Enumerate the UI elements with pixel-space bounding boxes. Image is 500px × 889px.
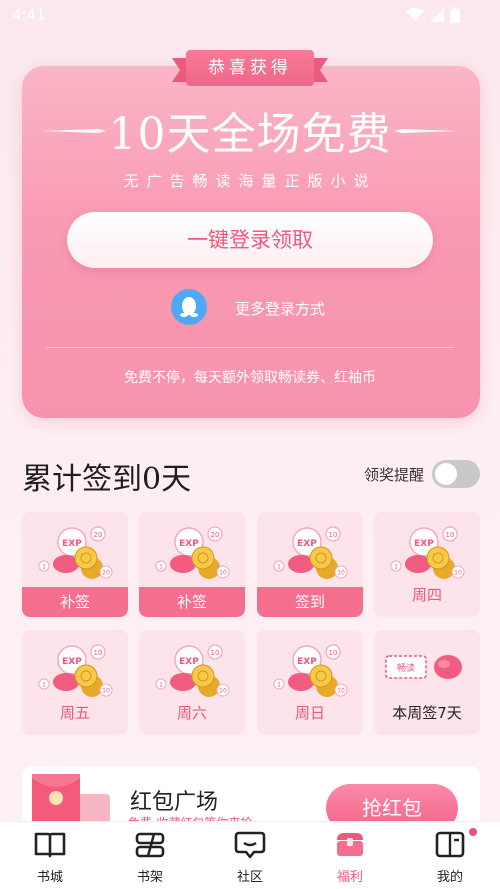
sign-in-day-card: 10 EXP 1 10 周六 bbox=[139, 630, 245, 735]
more-login-methods-link[interactable]: 更多登录方式 bbox=[235, 298, 325, 319]
status-bar: 4:41 bbox=[0, 0, 500, 34]
penguin-icon bbox=[180, 297, 198, 317]
book-open-icon bbox=[34, 832, 66, 858]
profile-book-icon bbox=[435, 831, 465, 858]
nav-label: 书城 bbox=[36, 870, 63, 885]
nav-label: 社区 bbox=[236, 870, 263, 885]
nav-item-community[interactable]: 社区 bbox=[200, 822, 300, 889]
sign-in-title: 累计签到0天 bbox=[22, 462, 192, 497]
reward-top-num: 10 bbox=[329, 531, 338, 539]
reward-small-num: 1 bbox=[159, 682, 163, 689]
day-label: 周日 bbox=[294, 704, 325, 722]
reward-reminder-toggle[interactable] bbox=[432, 460, 480, 488]
reward-top-num: 10 bbox=[94, 649, 103, 657]
ribbon-label: 恭喜获得 bbox=[186, 50, 314, 86]
sign-in-day-card: 10 EXP 1 10 周四 bbox=[374, 512, 480, 617]
reward-side-num: 10 bbox=[337, 570, 345, 577]
exp-label: EXP bbox=[62, 539, 82, 549]
sign-in-day-card: 畅读本周签7天 bbox=[374, 630, 480, 735]
red-packet-title: 红包广场 bbox=[130, 790, 219, 815]
hero-divider bbox=[46, 347, 454, 348]
sign-in-day-card[interactable]: 10 EXP 1 10 签到 bbox=[257, 512, 363, 617]
reward-top-num: 20 bbox=[211, 531, 220, 539]
hero-note: 免费不停，每天额外领取畅读券、红袖币 bbox=[124, 370, 376, 386]
exp-coin-reward-icon: 10 EXP 1 10 bbox=[390, 526, 465, 579]
nav-label: 我的 bbox=[436, 870, 463, 885]
exp-coin-reward-icon: 10 EXP 1 10 bbox=[38, 644, 113, 697]
exp-label: EXP bbox=[414, 539, 434, 549]
day-label: 本周签7天 bbox=[392, 704, 462, 722]
bottom-nav: 书城 书架 社区 福利 我的 bbox=[0, 821, 500, 889]
status-icons bbox=[406, 7, 460, 23]
reward-side-num: 10 bbox=[219, 688, 227, 695]
reward-top-num: 20 bbox=[94, 531, 103, 539]
day-action-label: 补签 bbox=[139, 587, 245, 617]
qq-login-icon[interactable] bbox=[171, 289, 207, 325]
reward-side-num: 10 bbox=[337, 688, 345, 695]
reward-top-num: 10 bbox=[446, 531, 455, 539]
status-time: 4:41 bbox=[12, 6, 46, 24]
day-action-label: 签到 bbox=[257, 587, 363, 617]
nav-label: 书架 bbox=[136, 870, 163, 885]
one-click-login-button[interactable]: 一键登录领取 bbox=[67, 212, 433, 268]
reward-side-num: 10 bbox=[454, 570, 462, 577]
reward-top-num: 10 bbox=[329, 649, 338, 657]
exp-label: EXP bbox=[179, 657, 199, 667]
day-label: 周六 bbox=[176, 704, 207, 722]
day-action-label: 补签 bbox=[22, 587, 128, 617]
reward-small-num: 1 bbox=[159, 564, 163, 571]
day-label: 周四 bbox=[411, 586, 442, 604]
exp-label: EXP bbox=[179, 539, 199, 549]
title-right-flourish bbox=[394, 129, 458, 133]
exp-coin-reward-icon: 10 EXP 1 10 bbox=[273, 526, 348, 579]
signal-icon bbox=[430, 8, 444, 22]
notification-badge bbox=[469, 828, 477, 836]
treasure-chest-icon bbox=[337, 833, 363, 856]
reading-ticket-icon: 畅读 bbox=[385, 655, 462, 679]
reward-side-num: 10 bbox=[102, 688, 110, 695]
sign-in-day-card: 10 EXP 1 10 周日 bbox=[257, 630, 363, 735]
reward-reminder-label: 领奖提醒 bbox=[364, 466, 425, 484]
nav-item-welfare[interactable]: 福利 bbox=[300, 822, 400, 889]
reward-top-num: 10 bbox=[211, 649, 220, 657]
wifi-icon bbox=[406, 8, 424, 21]
nav-label: 福利 bbox=[336, 870, 363, 885]
reward-small-num: 1 bbox=[42, 682, 46, 689]
sign-in-day-card[interactable]: 20 EXP 1 10 补签 bbox=[139, 512, 245, 617]
ticket-text: 畅读 bbox=[397, 662, 415, 674]
hero-subtitle: 无广告畅读海量正版小说 bbox=[123, 172, 377, 190]
exp-label: EXP bbox=[297, 657, 317, 667]
exp-label: EXP bbox=[62, 657, 82, 667]
bookshelf-icon bbox=[135, 832, 165, 858]
day-label: 周五 bbox=[59, 704, 90, 722]
congrats-ribbon: 恭喜获得 bbox=[172, 50, 328, 86]
sign-in-day-card[interactable]: 20 EXP 1 20 补签 bbox=[22, 512, 128, 617]
chat-bubble-icon bbox=[234, 831, 266, 859]
reward-small-num: 1 bbox=[394, 564, 398, 571]
exp-coin-reward-icon: 10 EXP 1 10 bbox=[273, 644, 348, 697]
nav-item-bookshelf[interactable]: 书架 bbox=[100, 822, 200, 889]
battery-icon bbox=[450, 7, 460, 23]
nav-item-profile[interactable]: 我的 bbox=[400, 822, 500, 889]
reward-small-num: 1 bbox=[277, 564, 281, 571]
exp-label: EXP bbox=[297, 539, 317, 549]
reward-small-num: 1 bbox=[42, 564, 46, 571]
reward-side-num: 20 bbox=[102, 570, 110, 577]
sign-in-day-card: 10 EXP 1 10 周五 bbox=[22, 630, 128, 735]
exp-coin-reward-icon: 20 EXP 1 10 bbox=[155, 526, 230, 579]
toggle-knob bbox=[435, 463, 457, 485]
nav-item-bookstore[interactable]: 书城 bbox=[0, 822, 100, 889]
exp-coin-reward-icon: 10 EXP 1 10 bbox=[155, 644, 230, 697]
reward-side-num: 10 bbox=[219, 570, 227, 577]
exp-coin-reward-icon: 20 EXP 1 20 bbox=[38, 526, 113, 579]
reward-small-num: 1 bbox=[277, 682, 281, 689]
